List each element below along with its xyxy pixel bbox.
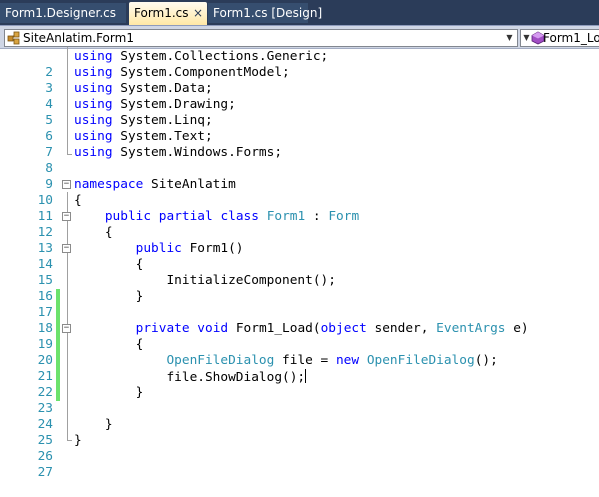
changed-line-marker — [56, 337, 60, 353]
code-text: file.ShowDialog(); — [74, 369, 307, 385]
code-text: } — [74, 433, 82, 448]
changed-line-marker — [56, 289, 60, 305]
tab-label: Form1.cs [Design] — [213, 6, 323, 20]
code-line: 25 } — [0, 417, 599, 448]
code-line: 26 } — [0, 433, 599, 464]
code-text: { — [74, 193, 82, 208]
code-text: } — [74, 289, 144, 304]
code-line: 14 − public Form1() — [0, 241, 599, 272]
code-line: 8 using System.Windows.Forms; — [0, 145, 599, 176]
code-text: using System.Text; — [74, 129, 213, 144]
changed-line-marker — [56, 385, 60, 401]
code-text: { — [74, 225, 113, 240]
tab-form1-design[interactable]: Form1.cs [Design] — [208, 3, 322, 23]
code-line: 22 file.ShowDialog(); — [0, 369, 599, 400]
code-text: { — [74, 257, 144, 272]
class-combo[interactable]: SiteAnlatim.Form1 ▼ — [4, 29, 518, 47]
text-caret — [305, 369, 307, 383]
code-line: 27 — [0, 449, 599, 480]
class-combo-text: SiteAnlatim.Form1 — [23, 31, 134, 45]
code-text: namespace SiteAnlatim — [74, 177, 236, 192]
code-line: 10 − namespace SiteAnlatim — [0, 177, 599, 208]
code-text: using System.Linq; — [74, 113, 213, 128]
changed-line-marker — [56, 369, 60, 385]
changed-line-marker — [56, 353, 60, 369]
changed-line-marker — [56, 321, 60, 337]
code-line: 9 — [0, 161, 599, 192]
code-text: public partial class Form1 : Form — [104, 209, 360, 224]
close-icon[interactable]: × — [193, 2, 203, 24]
code-line: 16 InitializeComponent(); — [0, 273, 599, 304]
tab-form1-cs[interactable]: Form1.cs × — [129, 2, 207, 25]
code-text: using System.Collections.Generic; — [74, 49, 329, 64]
code-text: using System.ComponentModel; — [74, 65, 290, 80]
code-text: using System.Drawing; — [74, 97, 236, 112]
code-line: 12 − public partial class Form1 : Form — [0, 209, 599, 240]
navigation-bar: SiteAnlatim.Form1 ▼ ▼ Form1_Load — [0, 25, 599, 49]
changed-line-marker — [56, 305, 60, 321]
code-line: 17 } — [0, 289, 599, 320]
collapse-icon[interactable]: − — [62, 180, 71, 189]
code-line: 2 using System.Collections.Generic; — [0, 49, 599, 80]
collapse-icon[interactable]: − — [62, 244, 71, 253]
collapse-icon[interactable]: − — [62, 324, 71, 333]
code-editor[interactable]: 2 using System.Collections.Generic; 3 us… — [0, 47, 599, 480]
code-line: 20 { — [0, 337, 599, 368]
code-line: 4 using System.Data; — [0, 81, 599, 112]
code-text: } — [74, 417, 113, 432]
code-line: 18 — [0, 305, 599, 336]
code-text: InitializeComponent(); — [74, 273, 336, 288]
code-line: 24 — [0, 401, 599, 432]
code-text: { — [74, 337, 144, 352]
collapse-icon[interactable]: − — [62, 212, 71, 221]
code-line: 23 } — [0, 385, 599, 416]
code-line: 3 using System.ComponentModel; — [0, 65, 599, 96]
class-icon — [7, 31, 20, 45]
code-text: private void Form1_Load(object sender, E… — [135, 321, 529, 336]
document-tab-strip: Form1.Designer.cs Form1.cs × Form1.cs [D… — [0, 0, 599, 25]
tab-form1-designer[interactable]: Form1.Designer.cs — [0, 3, 126, 23]
code-text: public Form1() — [135, 241, 244, 256]
code-line: 11 { — [0, 193, 599, 224]
code-line: 19 − private void Form1_Load(object send… — [0, 321, 599, 352]
code-line: 5 using System.Drawing; — [0, 97, 599, 128]
member-combo[interactable]: ▼ Form1_Load — [520, 29, 599, 47]
code-line: 13 { — [0, 225, 599, 256]
code-line: 6 using System.Linq; — [0, 113, 599, 144]
code-line: 7 using System.Text; — [0, 129, 599, 160]
tab-label: Form1.Designer.cs — [5, 6, 116, 20]
dropdown-arrow-icon[interactable]: ▼ — [504, 30, 515, 46]
code-text: using System.Windows.Forms; — [74, 145, 283, 160]
code-line: 21 OpenFileDialog file = new OpenFileDia… — [0, 353, 599, 384]
code-line: 15 { — [0, 257, 599, 288]
tab-label: Form1.cs — [134, 6, 189, 20]
code-text: } — [74, 385, 144, 400]
code-text: using System.Data; — [74, 81, 213, 96]
code-text: OpenFileDialog file = new OpenFileDialog… — [166, 353, 498, 368]
member-combo-text: Form1_Load — [543, 31, 599, 45]
